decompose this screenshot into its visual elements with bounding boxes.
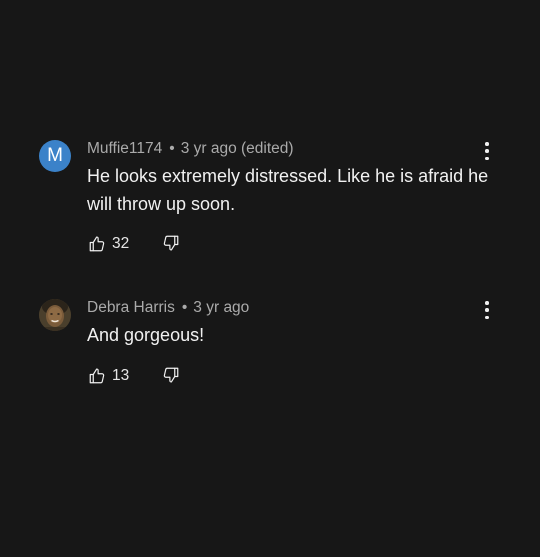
thumb-up-icon [89,236,105,252]
comment-header: Muffie1174 • 3 yr ago (edited) [87,138,294,160]
like-count: 32 [112,235,130,252]
comment-actions: 13 [88,365,179,387]
more-vertical-icon[interactable] [479,140,495,162]
more-vertical-icon[interactable] [479,299,495,321]
comment-actions: 32 [88,233,179,255]
comment-header: Debra Harris • 3 yr ago [87,297,249,319]
avatar[interactable] [39,299,71,331]
dislike-button[interactable] [162,234,180,252]
comment-text: And gorgeous! [87,325,205,345]
like-button[interactable]: 13 [88,367,129,385]
like-count: 13 [112,367,130,384]
thumb-down-icon [163,235,179,251]
comment-time[interactable]: 3 yr ago (edited) [181,140,294,157]
thumb-down-icon [163,367,179,383]
comment-author[interactable]: Debra Harris [87,299,175,316]
comment-time[interactable]: 3 yr ago [193,299,249,316]
separator-dot: • [181,299,188,316]
thumb-up-icon [89,368,105,384]
separator-dot: • [169,140,175,157]
avatar-photo-icon [39,299,71,331]
avatar[interactable]: M [39,140,71,172]
dislike-button[interactable] [162,366,180,384]
comment-text: He looks extremely distressed. Like he i… [87,166,489,214]
like-button[interactable]: 32 [88,235,129,253]
comment-author[interactable]: Muffie1174 [87,140,162,157]
